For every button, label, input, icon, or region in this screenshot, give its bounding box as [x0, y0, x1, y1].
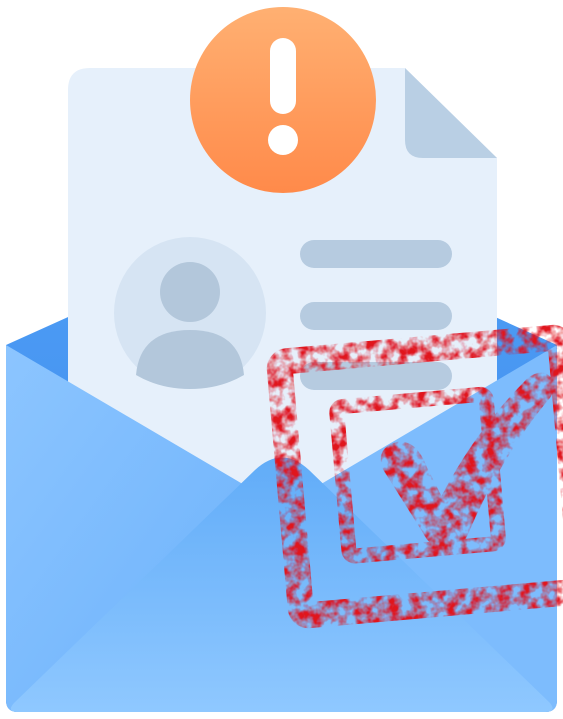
avatar-icon [114, 237, 266, 389]
document-fold [405, 68, 497, 158]
approval-illustration [6, 7, 563, 712]
document-line [300, 302, 452, 330]
alert-icon [190, 7, 376, 193]
document-line [300, 240, 452, 268]
